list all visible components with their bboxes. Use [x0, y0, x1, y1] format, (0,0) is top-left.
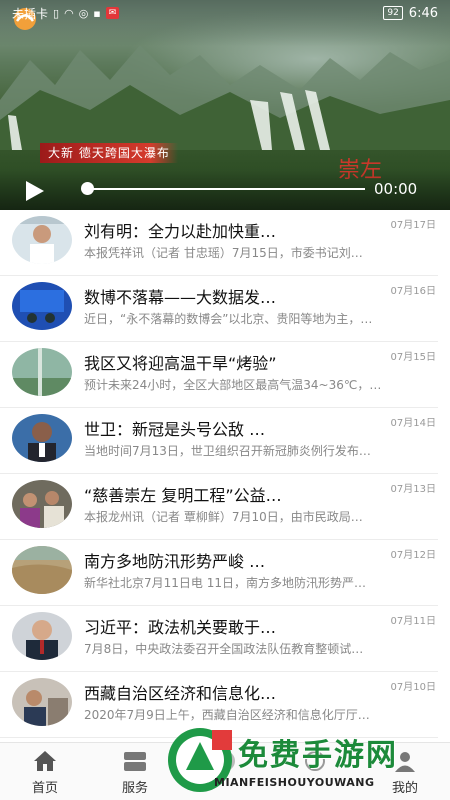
news-item[interactable]: 数博不落幕——大数据发… 07月16日 近日，“永不落幕的数博会”以北京、贵阳等…: [0, 276, 438, 342]
nav-label: 首页: [31, 781, 58, 796]
news-thumbnail: [12, 546, 72, 594]
news-summary: 新华社北京7月11日电 11日，南方多地防汛形势严…: [84, 576, 366, 590]
news-thumbnail: [12, 480, 72, 528]
news-title: 数博不落幕——大数据发…: [84, 288, 277, 307]
news-date: 07月14日: [390, 418, 436, 429]
news-date: 07月17日: [390, 220, 436, 231]
play-icon[interactable]: [22, 179, 46, 203]
news-title: 世卫：新冠是头号公敌 …: [84, 420, 266, 439]
news-title: 西藏自治区经济和信息化…: [84, 684, 277, 703]
notification-badge-icon: ✉: [105, 7, 120, 19]
news-item[interactable]: “慈善崇左 复明工程”公益… 07月13日 本报龙州讯（记者 覃柳鲜）7月10日…: [0, 474, 438, 540]
news-summary: 近日，“永不落幕的数博会”以北京、贵阳等地为主，…: [84, 312, 373, 326]
nav-home[interactable]: 首页: [0, 743, 90, 800]
news-date: 07月16日: [390, 286, 436, 297]
news-date: 07月15日: [390, 352, 436, 363]
news-date: 07月12日: [390, 550, 436, 561]
headset-icon: ◎: [78, 6, 89, 20]
news-title: “慈善崇左 复明工程”公益…: [84, 486, 282, 505]
video-frame-scenery: [0, 45, 450, 150]
news-item[interactable]: 习近平：政法机关要敢于… 07月11日 7月8日，中央政法委召开全国政法队伍教育…: [0, 606, 438, 672]
watermark-title: 免费手游网: [238, 738, 398, 773]
video-controls: 00:00: [0, 170, 450, 210]
news-date: 07月11日: [390, 616, 436, 627]
sim-icon: ▯: [53, 6, 60, 20]
service-icon: [124, 752, 146, 771]
clock: 6:46: [408, 5, 438, 21]
progress-track[interactable]: [88, 188, 365, 190]
news-summary: 当地时间7月13日，世卫组织召开新冠肺炎例行发布…: [84, 444, 371, 458]
news-item[interactable]: 我区又将迎高温干旱“烤验” 07月15日 预计未来24小时，全区大部地区最高气温…: [0, 342, 438, 408]
news-thumbnail: [12, 678, 72, 726]
video-time: 00:00: [374, 180, 418, 198]
news-thumbnail: [12, 282, 72, 330]
home-icon: [34, 751, 56, 771]
news-summary: 预计未来24小时，全区大部地区最高气温34~36℃，…: [84, 378, 382, 392]
news-title: 南方多地防汛形势严峻 …: [84, 552, 266, 571]
video-caption: 大新 德天跨国大瀑布: [40, 143, 178, 163]
news-item[interactable]: 南方多地防汛形势严峻 … 07月12日 新华社北京7月11日电 11日，南方多地…: [0, 540, 438, 606]
news-date: 07月13日: [390, 484, 436, 495]
news-summary: 7月8日，中央政法委召开全国政法队伍教育整顿试…: [84, 642, 364, 656]
news-summary: 本报龙州讯（记者 覃柳鲜）7月10日，由市民政局…: [84, 510, 363, 524]
news-item[interactable]: 刘有明：全力以赴加快重… 07月17日 本报凭祥讯（记者 甘忠瑶）7月15日，市…: [0, 210, 438, 276]
news-item[interactable]: 世卫：新冠是头号公敌 … 07月14日 当地时间7月13日，世卫组织召开新冠肺炎…: [0, 408, 438, 474]
wifi-icon: ◠: [64, 6, 74, 20]
news-thumbnail: [12, 414, 72, 462]
news-title: 我区又将迎高温干旱“烤验”: [84, 354, 277, 373]
video-player[interactable]: 未插卡 ▯ ◠ ◎ ▪ ✉ 92 6:46 大新 德天跨国大瀑布 崇左 00:0…: [0, 0, 450, 210]
news-summary: 本报凭祥讯（记者 甘忠瑶）7月15日，市委书记刘…: [84, 246, 363, 260]
news-title: 习近平：政法机关要敢于…: [84, 618, 277, 637]
news-thumbnail: [12, 216, 72, 264]
news-list: 刘有明：全力以赴加快重… 07月17日 本报凭祥讯（记者 甘忠瑶）7月15日，市…: [0, 210, 450, 742]
app-notification-icon: ▪: [93, 6, 101, 20]
news-title: 刘有明：全力以赴加快重…: [84, 222, 277, 241]
news-date: 07月10日: [390, 682, 436, 693]
carrier-label: 未插卡: [12, 6, 49, 21]
news-thumbnail: [12, 612, 72, 660]
news-thumbnail: [12, 348, 72, 396]
site-watermark: 免费手游网 MIANFEISHOUYOUWANG: [150, 718, 450, 800]
progress-thumb[interactable]: [81, 182, 94, 195]
battery-icon: 92: [383, 6, 403, 20]
watermark-subtitle: MIANFEISHOUYOUWANG: [214, 776, 375, 789]
status-bar: 未插卡 ▯ ◠ ◎ ▪ ✉ 92 6:46: [0, 0, 450, 26]
